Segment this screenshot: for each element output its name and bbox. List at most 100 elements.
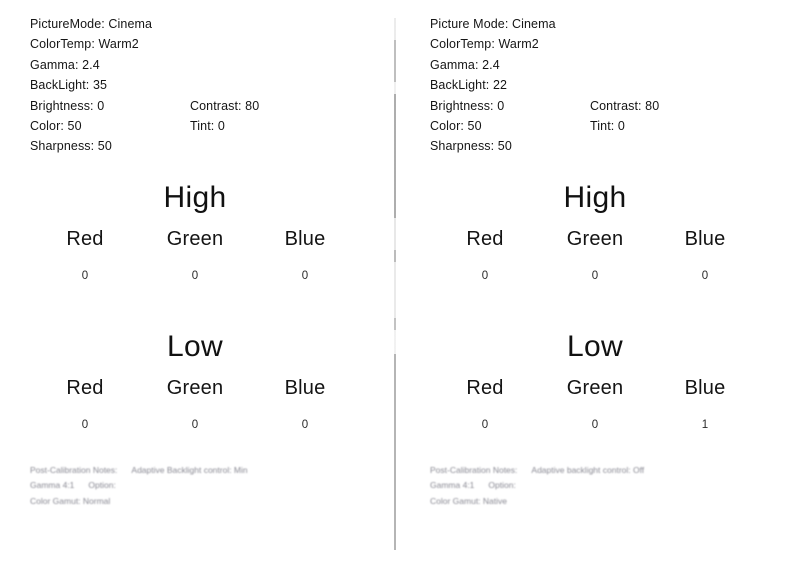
backlight-value: BackLight: 35: [30, 78, 108, 93]
rgb-value-green: 0: [591, 418, 599, 431]
notes-line-1: Post-Calibration Notes: Adaptive Backligh…: [30, 463, 396, 479]
color-temp-value: ColorTemp: Warm2: [30, 37, 139, 52]
contrast-value: Contrast: 80: [590, 98, 660, 113]
section-title-high: High: [163, 180, 227, 214]
backlight-value: BackLight: 22: [430, 78, 508, 93]
rgb-cell-green: Green 0: [140, 227, 250, 284]
white-balance-low-left: Low Red 0 Green 0 Blue 0: [30, 330, 360, 433]
setting-row-gamma: Gamma: 2.4: [30, 55, 396, 75]
notes-line-3: Color Gamut: Normal: [30, 494, 396, 510]
rgb-value-blue: 1: [701, 418, 709, 431]
rgb-value-red: 0: [481, 418, 489, 431]
section-title-low: Low: [567, 329, 623, 363]
panel-divider: [394, 18, 396, 550]
rgb-value-green: 0: [191, 418, 199, 431]
tint-value: Tint: 0: [590, 119, 625, 134]
rgb-cell-green: Green 0: [540, 227, 650, 284]
notes-line-2: Gamma 4:1 Option:: [30, 478, 396, 494]
rgb-label-row-high: Red 0 Green 0 Blue 0: [430, 227, 760, 284]
setting-row-backlight: BackLight: 35: [30, 75, 396, 95]
picture-mode-value: Picture Mode: Cinema: [430, 17, 556, 31]
setting-row-color-temp: ColorTemp: Warm2: [430, 34, 792, 54]
rgb-value-blue: 0: [301, 418, 309, 431]
rgb-cell-red: Red 0: [430, 376, 540, 433]
setting-row-color-temp: ColorTemp: Warm2: [30, 34, 396, 54]
notes-heading: Post-Calibration Notes:: [30, 464, 118, 475]
notes-adaptive-backlight: Adaptive Backlight control: Min: [131, 464, 248, 475]
rgb-cell-red: Red 0: [430, 227, 540, 284]
rgb-label-green: Green: [166, 376, 224, 399]
notes-option: Option:: [488, 480, 516, 491]
rgb-label-red: Red: [466, 376, 504, 399]
rgb-label-blue: Blue: [284, 376, 326, 399]
calibration-panel-right: Picture Mode: Cinema ColorTemp: Warm2 Ga…: [396, 0, 792, 567]
gamma-value: Gamma: 2.4: [430, 57, 500, 72]
section-title-low: Low: [167, 329, 223, 363]
setting-row-brightness-contrast: Brightness: 0 Contrast: 80: [30, 96, 396, 116]
color-temp-value: ColorTemp: Warm2: [430, 37, 539, 52]
sharpness-value: Sharpness: 50: [30, 139, 112, 154]
rgb-value-blue: 0: [701, 269, 709, 282]
notes-gamma: Gamma 4:1: [430, 480, 475, 491]
notes-line-1: Post-Calibration Notes: Adaptive backligh…: [430, 463, 792, 479]
tint-value: Tint: 0: [190, 119, 225, 134]
setting-row-backlight: BackLight: 22: [430, 75, 792, 95]
rgb-label-blue: Blue: [284, 227, 326, 250]
notes-adaptive-backlight: Adaptive backlight control: Off: [531, 464, 645, 475]
setting-row-sharpness: Sharpness: 50: [30, 136, 396, 156]
brightness-value: Brightness: 0: [30, 98, 105, 113]
rgb-cell-green: Green 0: [540, 376, 650, 433]
setting-row-picture-mode: Picture Mode: Cinema: [430, 14, 792, 34]
rgb-cell-blue: Blue 0: [250, 227, 360, 284]
rgb-label-green: Green: [566, 227, 624, 250]
rgb-value-green: 0: [191, 269, 199, 282]
sharpness-value: Sharpness: 50: [430, 139, 512, 154]
notes-heading: Post-Calibration Notes:: [430, 464, 518, 475]
rgb-label-green: Green: [566, 376, 624, 399]
notes-color-gamut: Color Gamut: Normal: [30, 495, 111, 506]
rgb-cell-blue: Blue 0: [650, 227, 760, 284]
setting-row-picture-mode: PictureMode: Cinema: [30, 14, 396, 34]
gamma-value: Gamma: 2.4: [30, 57, 100, 72]
rgb-value-blue: 0: [301, 269, 309, 282]
settings-list-left: PictureMode: Cinema ColorTemp: Warm2 Gam…: [30, 14, 396, 157]
notes-line-2: Gamma 4:1 Option:: [430, 478, 792, 494]
rgb-label-red: Red: [466, 227, 504, 250]
rgb-cell-red: Red 0: [30, 227, 140, 284]
rgb-label-row-low: Red 0 Green 0 Blue 0: [30, 376, 360, 433]
picture-mode-value: PictureMode: Cinema: [30, 17, 153, 31]
color-value: Color: 50: [430, 119, 482, 134]
setting-row-color-tint: Color: 50 Tint: 0: [430, 116, 792, 136]
white-balance-high-left: High Red 0 Green 0 Blue 0: [30, 181, 360, 284]
notes-option: Option:: [88, 480, 116, 491]
brightness-value: Brightness: 0: [430, 98, 505, 113]
setting-row-brightness-contrast: Brightness: 0 Contrast: 80: [430, 96, 792, 116]
notes-gamma: Gamma 4:1: [30, 480, 75, 491]
notes-color-gamut: Color Gamut: Native: [430, 495, 507, 506]
rgb-value-red: 0: [481, 269, 489, 282]
calibration-panel-left: PictureMode: Cinema ColorTemp: Warm2 Gam…: [0, 0, 396, 567]
rgb-cell-blue: Blue 1: [650, 376, 760, 433]
setting-row-color-tint: Color: 50 Tint: 0: [30, 116, 396, 136]
white-balance-low-right: Low Red 0 Green 0 Blue 1: [430, 330, 760, 433]
section-title-high: High: [563, 180, 627, 214]
notes-line-3: Color Gamut: Native: [430, 494, 792, 510]
post-calibration-notes-left: Post-Calibration Notes: Adaptive Backligh…: [30, 463, 396, 510]
calibration-comparison-page: PictureMode: Cinema ColorTemp: Warm2 Gam…: [0, 0, 792, 567]
rgb-cell-red: Red 0: [30, 376, 140, 433]
white-balance-high-right: High Red 0 Green 0 Blue 0: [430, 181, 760, 284]
rgb-label-red: Red: [66, 227, 104, 250]
settings-list-right: Picture Mode: Cinema ColorTemp: Warm2 Ga…: [430, 14, 792, 157]
rgb-value-green: 0: [591, 269, 599, 282]
rgb-label-row-high: Red 0 Green 0 Blue 0: [30, 227, 360, 284]
contrast-value: Contrast: 80: [190, 98, 260, 113]
rgb-label-red: Red: [66, 376, 104, 399]
setting-row-gamma: Gamma: 2.4: [430, 55, 792, 75]
setting-row-sharpness: Sharpness: 50: [430, 136, 792, 156]
rgb-label-row-low: Red 0 Green 0 Blue 1: [430, 376, 760, 433]
rgb-label-green: Green: [166, 227, 224, 250]
rgb-label-blue: Blue: [684, 376, 726, 399]
post-calibration-notes-right: Post-Calibration Notes: Adaptive backligh…: [430, 463, 792, 510]
rgb-value-red: 0: [81, 418, 89, 431]
rgb-cell-blue: Blue 0: [250, 376, 360, 433]
